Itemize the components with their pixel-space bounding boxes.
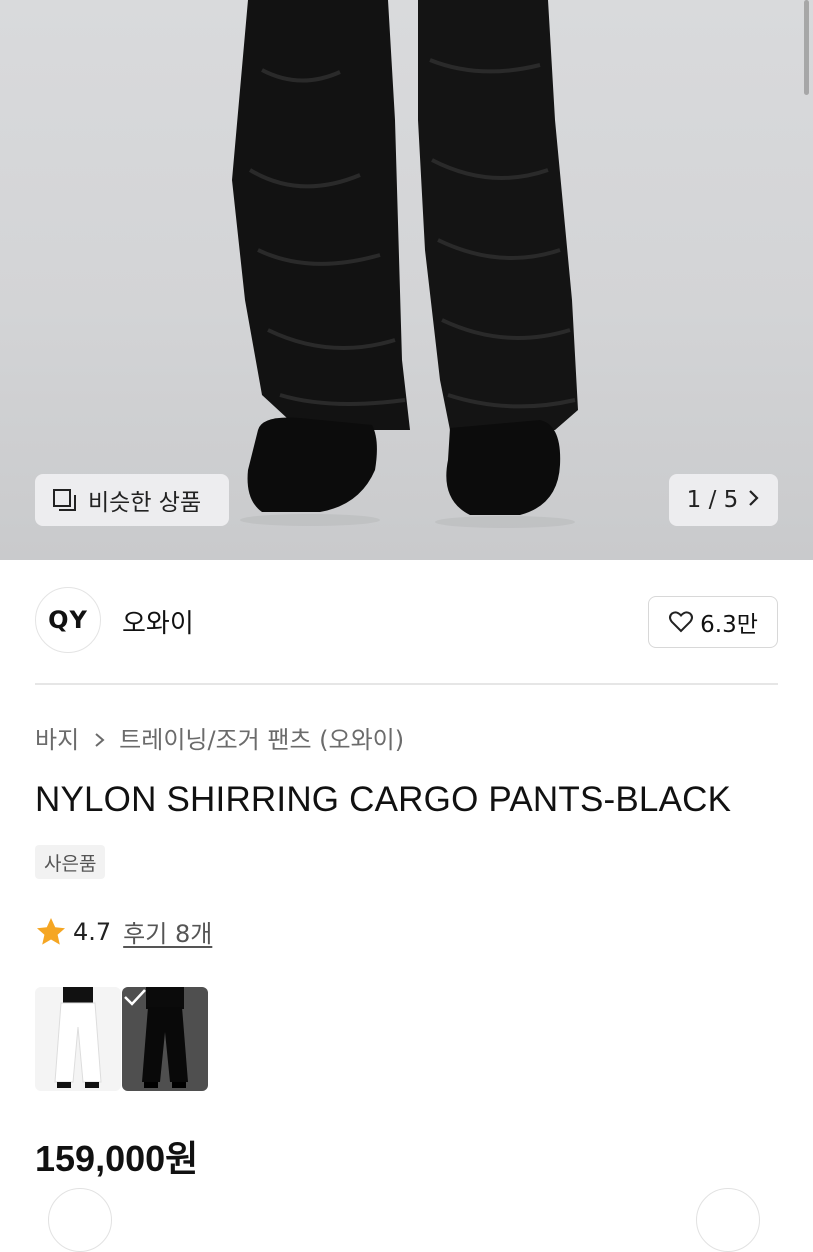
- rating-value: 4.7: [73, 917, 112, 946]
- star-icon: [35, 916, 67, 948]
- brand-name[interactable]: 오와이: [122, 603, 194, 640]
- heart-icon: [668, 609, 694, 635]
- breadcrumb: 바지 트레이닝/조거 팬츠 (오와이): [35, 720, 404, 755]
- product-price: 159,000원: [35, 1138, 199, 1179]
- image-counter-button[interactable]: 1 / 5: [669, 474, 778, 526]
- scrollbar[interactable]: [804, 0, 809, 95]
- chevron-right-icon: [748, 487, 760, 513]
- similar-products-button[interactable]: 비슷한 상품: [35, 474, 229, 526]
- gift-tag: 사은품: [35, 845, 106, 879]
- selected-overlay: [122, 987, 208, 1091]
- similar-products-icon: [52, 487, 78, 513]
- color-option-white[interactable]: [35, 987, 121, 1091]
- product-title: NYLON SHIRRING CARGO PANTS-BLACK: [35, 780, 732, 819]
- bottom-button-right[interactable]: [696, 1188, 760, 1252]
- color-option-black[interactable]: [122, 987, 208, 1091]
- brand-logo-text: QY: [48, 606, 88, 634]
- product-image-carousel[interactable]: 비슷한 상품 1 / 5: [0, 0, 813, 560]
- image-counter-label: 1 / 5: [686, 487, 739, 513]
- divider: [35, 683, 778, 685]
- similar-products-label: 비슷한 상품: [88, 490, 202, 516]
- like-button[interactable]: 6.3만: [648, 596, 778, 648]
- breadcrumb-subcategory[interactable]: 트레이닝/조거 팬츠 (오와이): [119, 720, 404, 755]
- breadcrumb-category[interactable]: 바지: [35, 720, 79, 755]
- bottom-button-left[interactable]: [48, 1188, 112, 1252]
- rating-row: 4.7 후기 8개: [35, 914, 212, 949]
- chevron-right-icon: [93, 728, 107, 748]
- reviews-link[interactable]: 후기 8개: [123, 914, 212, 949]
- brand-logo[interactable]: QY: [35, 587, 101, 653]
- like-count: 6.3만: [700, 612, 758, 638]
- thumbnail-white-pants: [54, 987, 102, 1088]
